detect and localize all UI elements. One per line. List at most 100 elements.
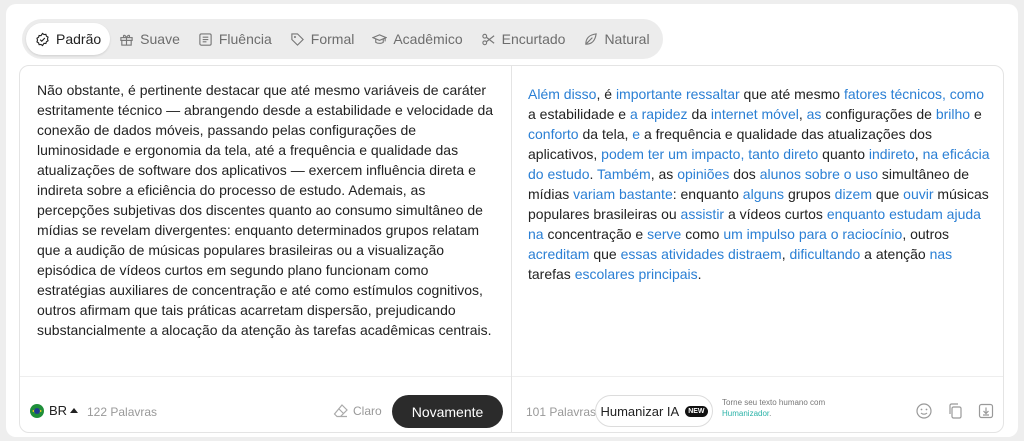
changed-phrase[interactable]: internet móvel [711,106,799,122]
unchanged-text: que [589,246,621,262]
output-footer: 101 Palavras Humanizar IA NEW Torne seu … [512,376,1003,432]
changed-phrase[interactable]: essas atividades distraem [621,246,782,262]
unchanged-text: que até mesmo [739,86,844,102]
clear-button[interactable]: Claro [333,403,382,419]
unchanged-text: , [914,146,923,162]
mode-label: Encurtado [501,31,566,47]
changed-phrase[interactable]: Além disso [528,86,596,102]
unchanged-text: da [687,106,711,122]
unchanged-text: grupos [784,186,835,202]
language-label: BR [49,403,68,418]
mode-label: Padrão [56,31,102,47]
changed-phrase[interactable]: variam bastante [573,186,673,202]
changed-phrase[interactable]: indireto [869,146,915,162]
unchanged-text: configurações de [821,106,936,122]
tag-icon [291,32,304,46]
mode-label: Formal [310,31,355,47]
changed-phrase[interactable]: nas [930,246,953,262]
unchanged-text: tarefas [528,266,575,282]
changed-phrase[interactable]: a rapidez [630,106,688,122]
changed-phrase[interactable]: acreditam [528,246,589,262]
changed-phrase[interactable]: conforto [528,126,579,142]
clear-label: Claro [353,404,382,418]
caret-up-icon [70,408,79,413]
text-lines-icon [199,32,212,46]
changed-phrase[interactable]: alunos sobre o uso [760,166,878,182]
smiley-icon[interactable] [915,402,933,420]
changed-phrase[interactable]: dificultando [789,246,860,262]
unchanged-text: , as [650,166,678,182]
mode-suave[interactable]: Suave [110,23,189,55]
mode-fluencia[interactable]: Fluência [189,23,281,55]
graduation-cap-icon [372,33,388,44]
unchanged-text: concentração e [543,226,648,242]
humanizer-link[interactable]: Humanizador [722,409,769,418]
changed-phrase[interactable]: Também [597,166,651,182]
eraser-icon [333,404,348,418]
unchanged-text: a estabilidade e [528,106,630,122]
changed-phrase[interactable]: serve [647,226,681,242]
changed-phrase[interactable]: alguns [743,186,784,202]
unchanged-text: e [970,106,982,122]
unchanged-text: da tela, [578,126,633,142]
unchanged-text: quanto [818,146,869,162]
mode-label: Fluência [218,31,272,47]
language-selector[interactable]: BR [49,403,79,418]
humanize-ai-button[interactable]: Humanizar IA NEW [595,395,713,427]
mode-label: Natural [604,31,650,47]
promo-text: Torne seu texto humano com [722,398,826,407]
mode-encurtado[interactable]: Encurtado [472,23,575,55]
mode-academico[interactable]: Acadêmico [363,23,471,55]
unchanged-text: a atenção [860,246,930,262]
output-actions [915,402,995,420]
mode-selector: Padrão Suave Fluência Formal Acadêmico E… [22,19,663,59]
changed-phrase[interactable]: um impulso para o raciocínio [723,226,902,242]
unchanged-text: que [872,186,904,202]
download-icon[interactable] [977,402,995,420]
unchanged-text: . [697,266,702,282]
paraphraser-card: Padrão Suave Fluência Formal Acadêmico E… [6,4,1018,437]
badge-check-icon [36,32,49,46]
changed-phrase[interactable]: as [807,106,822,122]
changed-phrase[interactable]: ouvir [903,186,933,202]
gift-icon [120,34,133,46]
mode-formal[interactable]: Formal [281,23,364,55]
changed-phrase[interactable]: podem ter um impacto, tanto direto [601,146,818,162]
humanizer-promo: Torne seu texto humano com Humanizador. [722,397,862,419]
changed-phrase[interactable]: dizem [835,186,872,202]
output-text: Além disso, é importante ressaltar que a… [528,84,993,284]
unchanged-text: a vídeos curtos [724,206,827,222]
changed-phrase[interactable]: fatores técnicos, como [844,86,984,102]
mode-label: Acadêmico [393,31,463,47]
promo-end: . [769,409,772,418]
output-word-count: 101 Palavras [526,405,597,419]
unchanged-text: , é [596,86,616,102]
unchanged-text: como [681,226,724,242]
brazil-flag-icon [30,404,44,418]
input-footer: BR 122 Palavras Claro Novamente [20,376,511,432]
output-panel: Além disso, é importante ressaltar que a… [512,66,1003,432]
leaf-icon [585,32,598,45]
changed-phrase[interactable]: importante ressaltar [616,86,740,102]
editor-panels: Não obstante, é pertinente destacar que … [19,65,1004,433]
input-text[interactable]: Não obstante, é pertinente destacar que … [37,80,499,340]
changed-phrase[interactable]: escolares principais [575,266,698,282]
changed-phrase[interactable]: e [632,126,640,142]
changed-phrase[interactable]: brilho [936,106,970,122]
mode-natural[interactable]: Natural [574,23,658,55]
unchanged-text: , outros [902,226,950,242]
unchanged-text: : enquanto [672,186,743,202]
mode-padrao[interactable]: Padrão [26,23,111,55]
scissors-icon [481,33,495,45]
humanize-label: Humanizar IA [600,403,680,419]
unchanged-text: . [589,166,598,182]
mode-label: Suave [140,31,180,47]
unchanged-text: dos [729,166,760,182]
input-panel: Não obstante, é pertinente destacar que … [20,66,512,432]
copy-icon[interactable] [946,402,964,420]
changed-phrase[interactable]: assistir [681,206,725,222]
changed-phrase[interactable]: opiniões [677,166,729,182]
unchanged-text: , [798,106,807,122]
again-button[interactable]: Novamente [392,395,503,428]
new-badge: NEW [685,405,708,417]
